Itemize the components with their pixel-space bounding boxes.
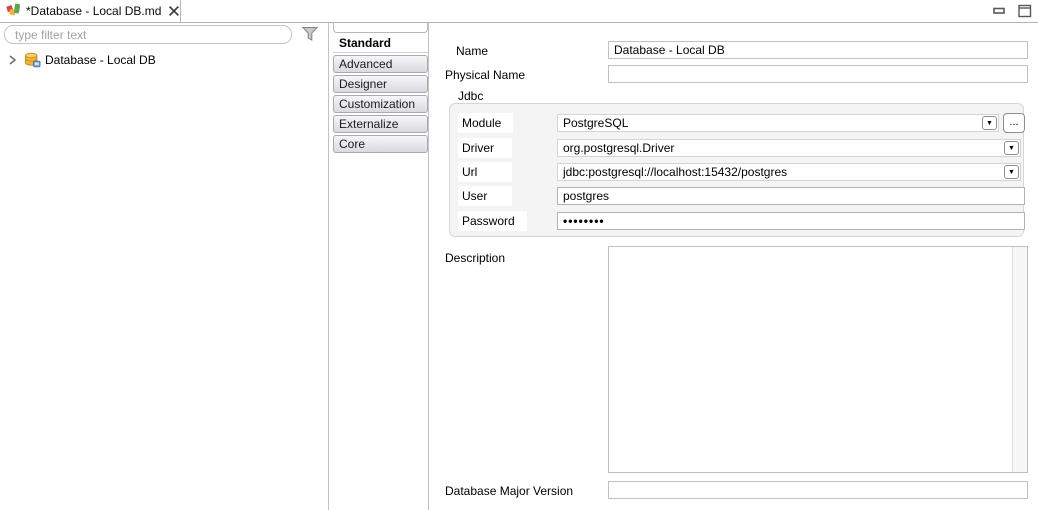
description-label: Description — [445, 251, 506, 265]
url-value: jdbc:postgresql://localhost:15432/postgr… — [563, 165, 788, 179]
driver-dropdown-icon[interactable]: ▼ — [1004, 141, 1019, 155]
editor-tab-bar: *Database - Local DB.md — [0, 0, 1038, 23]
module-combo[interactable]: PostgreSQL ▼ — [557, 114, 999, 132]
description-textarea[interactable] — [609, 247, 1013, 472]
driver-value: org.postgresql.Driver — [563, 141, 675, 155]
driver-label: Driver — [458, 138, 512, 158]
driver-combo[interactable]: org.postgresql.Driver ▼ — [557, 139, 1021, 157]
database-model-editor: *Database - Local DB.md type filter text… — [0, 0, 1038, 510]
model-file-icon — [6, 2, 21, 20]
module-label: Module — [458, 113, 514, 133]
editor-tab[interactable]: *Database - Local DB.md — [0, 0, 181, 22]
password-input[interactable] — [557, 212, 1025, 230]
panel-separator — [328, 23, 329, 510]
password-label: Password — [458, 211, 527, 231]
url-combo[interactable]: jdbc:postgresql://localhost:15432/postgr… — [557, 163, 1021, 181]
minimize-icon[interactable] — [993, 7, 1005, 15]
user-input[interactable] — [557, 187, 1025, 205]
filter-funnel-icon[interactable] — [300, 24, 320, 44]
category-tab-column: Standard Advanced Designer Customization… — [333, 23, 428, 153]
driver-row: Driver org.postgresql.Driver ▼ — [458, 138, 1021, 158]
editor-tab-title: *Database - Local DB.md — [26, 4, 162, 18]
tab-close-icon[interactable] — [169, 6, 180, 16]
name-input[interactable] — [608, 41, 1028, 59]
tab-customization[interactable]: Customization — [333, 95, 428, 113]
physical-name-input[interactable] — [608, 65, 1028, 83]
tab-advanced[interactable]: Advanced — [333, 55, 428, 73]
tab-core[interactable]: Core — [333, 135, 428, 153]
password-row: Password — [458, 211, 1025, 231]
filter-input[interactable] — [4, 25, 292, 44]
maximize-icon[interactable] — [1018, 4, 1032, 18]
user-row: User — [458, 186, 1025, 206]
tree-item-label: Database - Local DB — [45, 52, 156, 67]
db-major-version-label: Database Major Version — [445, 484, 574, 498]
db-major-version-input[interactable] — [608, 481, 1028, 499]
jdbc-group: Module PostgreSQL ▼ ... Driver org.postg… — [449, 103, 1025, 237]
description-scrollbar[interactable] — [1012, 247, 1027, 472]
user-label: User — [458, 186, 512, 206]
url-label: Url — [458, 162, 512, 182]
view-window-controls — [993, 0, 1032, 22]
tab-designer[interactable]: Designer — [333, 75, 428, 93]
url-row: Url jdbc:postgresql://localhost:15432/po… — [458, 162, 1021, 182]
module-dropdown-icon[interactable]: ▼ — [982, 116, 997, 130]
tree-expander-icon[interactable] — [8, 54, 17, 66]
tab-standard[interactable]: Standard — [333, 34, 428, 53]
description-field — [608, 246, 1028, 473]
module-browse-button[interactable]: ... — [1003, 113, 1025, 133]
name-label: Name — [456, 44, 489, 58]
jdbc-group-label: Jdbc — [458, 89, 484, 103]
database-icon — [24, 52, 41, 68]
tab-externalize[interactable]: Externalize — [333, 115, 428, 133]
module-value: PostgreSQL — [563, 116, 629, 130]
url-dropdown-icon[interactable]: ▼ — [1004, 165, 1019, 179]
form-separator — [428, 23, 429, 510]
category-tab-partial — [333, 23, 428, 33]
module-row: Module PostgreSQL ▼ ... — [458, 113, 1025, 133]
tree-item-database[interactable]: Database - Local DB — [0, 50, 328, 69]
physical-name-label: Physical Name — [445, 68, 526, 82]
